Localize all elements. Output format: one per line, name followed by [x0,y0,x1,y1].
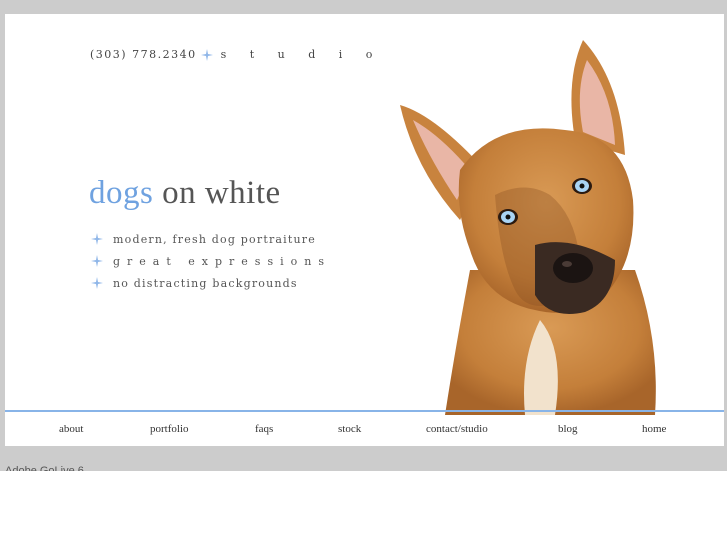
sparkle-star-icon [200,48,213,61]
site-panel: (303) 778.2340 s t u d i o dogs on white… [5,14,724,446]
site-title-rest: on white [162,175,281,211]
studio-label: s t u d i o [220,48,383,61]
nav-link-blog[interactable]: blog [558,423,578,435]
sparkle-star-icon [91,233,103,245]
nav-link-about[interactable]: about [59,423,83,435]
footer-generator-note: Adobe GoLive 6 [5,465,84,471]
feature-list: modern, fresh dog portraiture great expr… [91,228,331,294]
feature-text: no distracting backgrounds [113,276,298,290]
feature-text: modern, fresh dog portraiture [113,232,316,246]
feature-item: modern, fresh dog portraiture [91,228,331,250]
phone-number: (303) 778.2340 [90,48,197,61]
nav-link-portfolio[interactable]: portfolio [150,423,189,435]
main-nav: about portfolio faqs stock contact/studi… [5,412,724,446]
feature-item: no distracting backgrounds [91,272,331,294]
feature-item: great expressions [91,250,331,272]
header-contact: (303) 778.2340 s t u d i o [90,48,382,61]
sparkle-star-icon [91,255,103,267]
nav-link-faqs[interactable]: faqs [255,423,273,435]
dog-portrait [400,40,656,415]
site-title: dogs on white [89,175,281,212]
nav-link-home[interactable]: home [642,423,666,435]
feature-text: great expressions [113,254,331,268]
site-title-accent: dogs [89,175,154,211]
sparkle-star-icon [91,277,103,289]
nav-link-contact-studio[interactable]: contact/studio [426,423,488,435]
nav-link-stock[interactable]: stock [338,423,361,435]
